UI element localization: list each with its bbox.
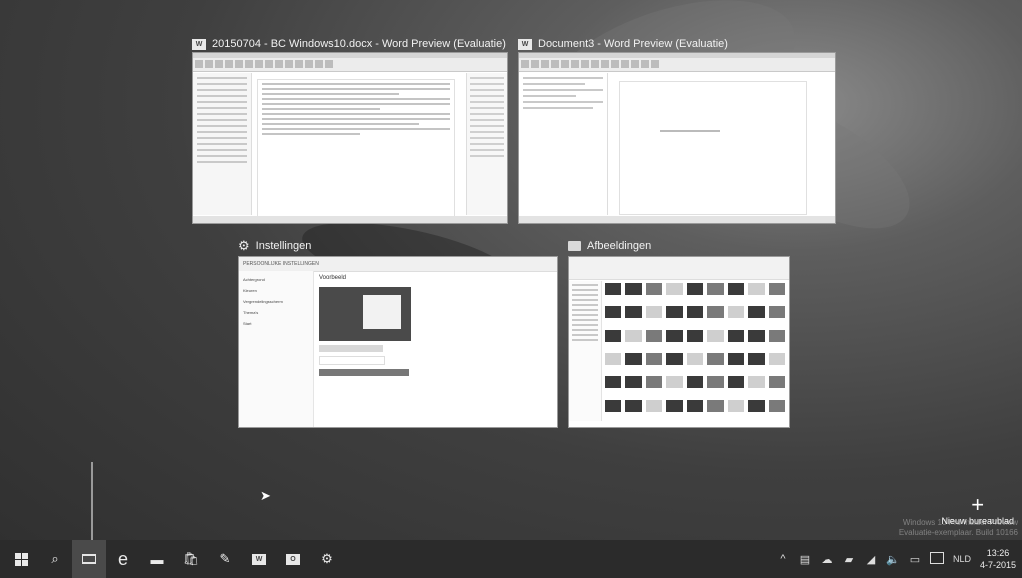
window-thumbnail[interactable]: PERSOONLIJKE INSTELLINGEN Achtergrond Kl… bbox=[238, 256, 558, 428]
action-center-icon[interactable]: ▭ bbox=[904, 553, 926, 566]
settings-side-item: Vergrendelingsscherm bbox=[243, 299, 283, 304]
file-explorer-button[interactable]: ▬ bbox=[140, 540, 174, 578]
settings-preview bbox=[319, 287, 411, 341]
settings-sidebar: Achtergrond Kleuren Vergrendelingsscherm… bbox=[239, 271, 314, 427]
settings-row bbox=[319, 345, 383, 352]
taskbar: ⌕ e ▬ 🛍 ✎ W O ⚙ ^ ▤ ☁ ▰ ◢ 🔈 ▭ NLD 13:26 … bbox=[0, 540, 1022, 578]
window-title-bar: Afbeeldingen bbox=[568, 236, 790, 256]
explorer-ribbon bbox=[569, 257, 789, 280]
gear-icon: ⚙ bbox=[238, 238, 250, 253]
annotation-arrow bbox=[91, 462, 93, 544]
document-page bbox=[619, 81, 807, 215]
folder-icon: ▬ bbox=[150, 551, 164, 567]
word-icon: W bbox=[518, 38, 532, 50]
plus-icon: + bbox=[971, 492, 985, 517]
window-title-bar: W Document3 - Word Preview (Evaluatie) bbox=[518, 34, 836, 54]
settings-header-label: PERSOONLIJKE INSTELLINGEN bbox=[243, 261, 319, 267]
settings-side-item: Kleuren bbox=[243, 288, 257, 293]
clock-time: 13:26 bbox=[986, 548, 1010, 558]
mouse-cursor-icon: ➤ bbox=[260, 488, 271, 503]
new-desktop-label: Nieuw bureaublad bbox=[941, 516, 1014, 526]
window-thumbnail[interactable] bbox=[192, 52, 508, 224]
cloud-icon[interactable]: ☁ bbox=[816, 553, 838, 566]
status-bar bbox=[193, 216, 507, 223]
settings-side-item: Start bbox=[243, 321, 252, 326]
volume-icon[interactable]: 🔈 bbox=[882, 553, 904, 566]
new-desktop-button[interactable]: + Nieuw bureaublad bbox=[941, 492, 1014, 527]
language-indicator[interactable]: NLD bbox=[948, 554, 976, 564]
settings-button[interactable]: ⚙ bbox=[310, 540, 344, 578]
word-icon: W bbox=[252, 553, 266, 565]
search-button[interactable]: ⌕ bbox=[38, 540, 72, 578]
window-word-doc[interactable]: W 20150704 - BC Windows10.docx - Word Pr… bbox=[192, 34, 508, 224]
edge-icon: e bbox=[117, 548, 128, 569]
settings-side-item: Achtergrond bbox=[243, 277, 265, 282]
window-title: Instellingen bbox=[255, 240, 312, 252]
window-title-bar: ⚙ Instellingen bbox=[238, 236, 558, 256]
settings-main: Voorbeeld bbox=[319, 275, 553, 427]
outlook-button[interactable]: O bbox=[276, 540, 310, 578]
settings-side-item: Thema's bbox=[243, 310, 259, 315]
folder-icon bbox=[568, 241, 581, 251]
window-title: 20150704 - BC Windows10.docx - Word Prev… bbox=[212, 38, 506, 50]
settings-row bbox=[319, 356, 385, 365]
start-button[interactable] bbox=[4, 540, 38, 578]
system-tray: ^ ▤ ☁ ▰ ◢ 🔈 ▭ NLD 13:26 4-7-2015 bbox=[772, 540, 1022, 578]
navigation-pane bbox=[193, 73, 252, 215]
keyboard-icon[interactable] bbox=[926, 551, 948, 567]
edge-button[interactable]: e bbox=[106, 540, 140, 578]
styles-pane bbox=[466, 73, 507, 215]
task-view-icon bbox=[82, 554, 96, 564]
ribbon bbox=[519, 53, 835, 72]
explorer-sidebar bbox=[569, 281, 602, 421]
watermark-line: Evaluatie-exemplaar. Build 10166 bbox=[898, 528, 1018, 537]
window-title: Document3 - Word Preview (Evaluatie) bbox=[538, 38, 728, 50]
navigation-pane bbox=[519, 73, 608, 215]
notes-icon[interactable]: ▤ bbox=[794, 553, 816, 566]
store-button[interactable]: 🛍 bbox=[174, 540, 208, 578]
window-word-document3[interactable]: W Document3 - Word Preview (Evaluatie) bbox=[518, 34, 836, 224]
settings-header: PERSOONLIJKE INSTELLINGEN bbox=[239, 257, 557, 272]
window-thumbnail[interactable] bbox=[518, 52, 836, 224]
app-icon: ✎ bbox=[219, 551, 231, 566]
app-button[interactable]: ✎ bbox=[208, 540, 242, 578]
search-icon: ⌕ bbox=[51, 551, 59, 566]
store-icon: 🛍 bbox=[182, 551, 200, 566]
status-bar bbox=[519, 216, 835, 223]
chevron-up-icon[interactable]: ^ bbox=[772, 553, 794, 565]
clock[interactable]: 13:26 4-7-2015 bbox=[976, 547, 1022, 571]
folder-sync-icon[interactable]: ▰ bbox=[838, 553, 860, 566]
network-icon[interactable]: ◢ bbox=[860, 553, 882, 566]
gear-icon: ⚙ bbox=[321, 551, 333, 566]
outlook-icon: O bbox=[286, 553, 300, 565]
window-settings[interactable]: ⚙ Instellingen PERSOONLIJKE INSTELLINGEN… bbox=[238, 236, 558, 428]
window-title-bar: W 20150704 - BC Windows10.docx - Word Pr… bbox=[192, 34, 508, 54]
ribbon bbox=[193, 53, 507, 72]
window-title: Afbeeldingen bbox=[587, 240, 652, 252]
window-thumbnail[interactable] bbox=[568, 256, 790, 428]
word-icon: W bbox=[192, 38, 206, 50]
clock-date: 4-7-2015 bbox=[979, 560, 1016, 570]
explorer-thumbnail-grid bbox=[605, 283, 785, 419]
windows-logo-icon bbox=[14, 552, 28, 566]
document-page bbox=[257, 79, 455, 217]
window-pictures[interactable]: Afbeeldingen bbox=[568, 236, 790, 428]
settings-row bbox=[319, 369, 409, 376]
task-view-button[interactable] bbox=[72, 540, 106, 578]
settings-section-title: Voorbeeld bbox=[319, 275, 347, 281]
word-button[interactable]: W bbox=[242, 540, 276, 578]
